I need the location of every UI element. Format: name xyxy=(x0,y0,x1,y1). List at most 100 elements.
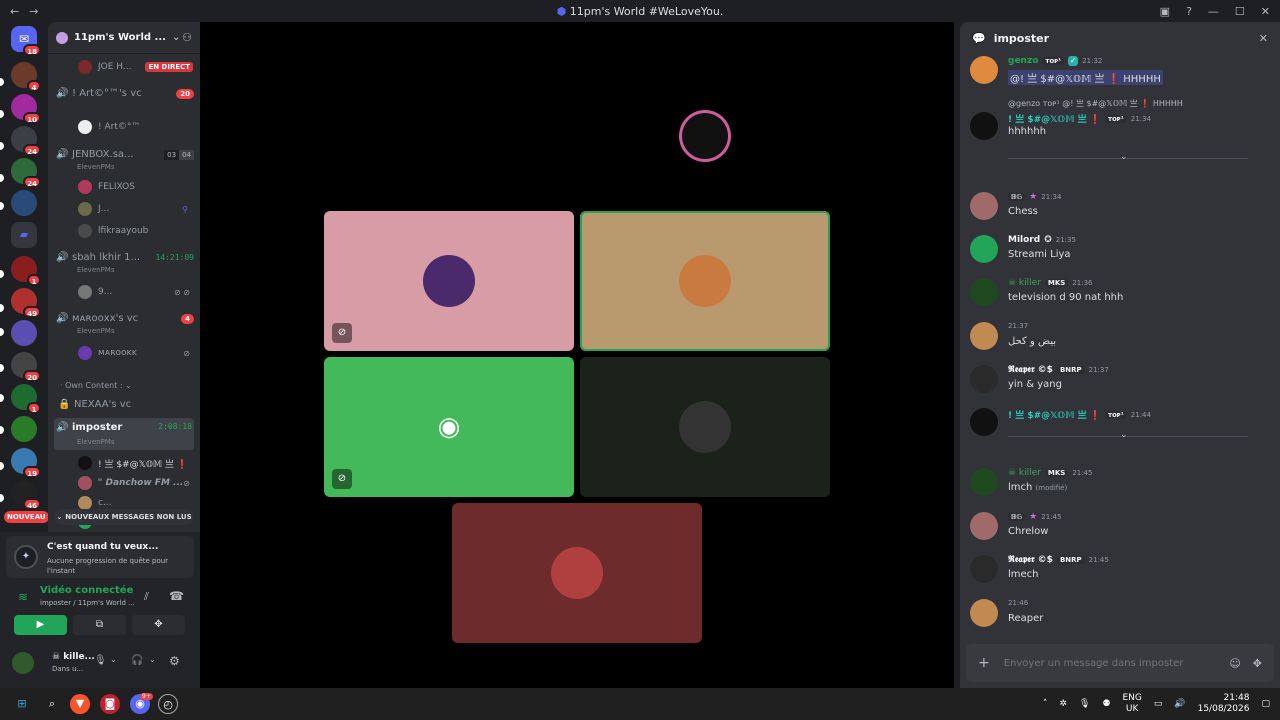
voice-user[interactable]: JOE H... EN DIRECT xyxy=(78,60,194,74)
screen-share-button[interactable]: ⧉ xyxy=(73,615,126,635)
video-tile-top[interactable] xyxy=(580,66,830,206)
voice-location[interactable]: imposter / 11pm's World ... xyxy=(40,599,135,607)
minimize-icon[interactable]: — xyxy=(1208,5,1219,18)
server-icon[interactable] xyxy=(11,416,37,442)
video-tile-speaking[interactable] xyxy=(580,211,830,351)
voice-status[interactable]: Vidéo connectée xyxy=(40,585,133,596)
voice-user[interactable]: c... xyxy=(78,496,112,510)
volume-icon[interactable]: 🔊 xyxy=(1174,699,1185,709)
stream-icon: ⚲ xyxy=(182,204,188,214)
server-icon[interactable]: 4 xyxy=(11,62,41,92)
server-icon[interactable]: 10 xyxy=(11,94,41,124)
network-icon[interactable]: ✲ xyxy=(1059,699,1067,709)
message-input[interactable] xyxy=(1003,657,1222,669)
mention-badge: 4 xyxy=(181,313,194,324)
voice-channel-marooxx[interactable]: 🔊 ᴍᴀʀᴏᴏxx's vc 4 xyxy=(56,313,194,324)
add-attachment-icon[interactable]: + xyxy=(978,655,990,671)
server-icon[interactable]: 1 xyxy=(11,384,41,414)
user-name: ! Art©°™ xyxy=(98,122,141,132)
voice-user[interactable]: 9... ⊘ ⊘ xyxy=(78,285,190,299)
server-icon[interactable]: 49 xyxy=(11,288,41,318)
server-icon[interactable] xyxy=(11,320,37,346)
message-author[interactable]: genzo xyxy=(1008,56,1038,66)
message-time: 21:45 xyxy=(1041,513,1062,521)
voice-user[interactable]: " Danchow FM ... ⊘ xyxy=(78,476,190,490)
video-tile[interactable] xyxy=(452,503,702,643)
voice-user[interactable]: J... ⚲ xyxy=(78,202,188,216)
server-icon[interactable] xyxy=(11,190,37,216)
search-icon[interactable]: ⌕ xyxy=(42,694,62,714)
message-author[interactable]: 𝕽𝖊𝖆𝖕𝖊𝖗 ©$ xyxy=(1008,365,1053,375)
app-icon[interactable]: ◙ xyxy=(100,694,120,714)
forward-arrow-icon[interactable]: → xyxy=(29,5,38,18)
clock[interactable]: 21:48 15/08/2026 xyxy=(1198,693,1250,715)
emoji-icon[interactable]: ☺ xyxy=(1229,657,1240,670)
windows-start-icon[interactable]: ⊞ xyxy=(12,694,32,714)
voice-user[interactable]: FELIXOS xyxy=(78,180,135,194)
video-tile[interactable]: ◉ ⊘ xyxy=(324,357,574,497)
voice-user[interactable]: lfikraayoub xyxy=(78,224,148,238)
message-author[interactable]: ! 亗 $#@𝕏𝕆𝕄 亗 ❗ xyxy=(1008,408,1101,421)
video-tile[interactable] xyxy=(580,357,830,497)
voice-user[interactable]: ᴍᴀʀᴏᴏᴋᴋ ⊘ xyxy=(78,346,190,360)
user-avatar[interactable] xyxy=(12,652,34,674)
message-author[interactable]: ☠ killer xyxy=(1008,468,1041,478)
server-icon[interactable]: 19 xyxy=(11,448,41,478)
user-name[interactable]: ☠ kille... xyxy=(52,652,95,662)
voice-channel-art[interactable]: 🔊 ! Art©°™'s vc 20 xyxy=(56,88,194,99)
activities-button[interactable]: ✥ xyxy=(132,615,185,635)
chevron-down-icon[interactable]: ⌄ xyxy=(110,655,117,664)
video-tile[interactable]: ⊘ xyxy=(324,211,574,351)
voice-user[interactable]: ! Art©°™ xyxy=(78,120,140,134)
microphone-icon[interactable]: 🎙 xyxy=(94,655,107,666)
direct-messages-icon[interactable]: ✉ 18 xyxy=(11,26,41,56)
inbox-icon[interactable]: ▣ xyxy=(1160,5,1170,18)
new-unread-messages-button[interactable]: ⌄ NOUVEAUX MESSAGES NON LUS xyxy=(54,509,194,525)
camera-button[interactable]: ▶ xyxy=(14,615,67,635)
settings-gear-icon[interactable]: ⚙ xyxy=(169,654,180,668)
message-author[interactable]: ! 亗 $#@𝕏𝕆𝕄 亗 ❗ xyxy=(1008,112,1101,125)
voice-channel-imposter[interactable]: 🔊 imposter 2:08:18 xyxy=(54,418,194,450)
close-icon[interactable]: ✕ xyxy=(1259,32,1268,45)
voice-channel-jenbox[interactable]: 🔊 JENBOX.sa... 03 04 xyxy=(56,149,194,160)
back-arrow-icon[interactable]: ← xyxy=(10,5,19,18)
headphones-icon[interactable]: 🎧 xyxy=(131,655,143,666)
microphone-icon[interactable]: 🎙 xyxy=(1079,699,1090,709)
server-badge: 24 xyxy=(23,176,41,188)
display-icon[interactable]: ▭ xyxy=(1154,699,1163,709)
server-icon[interactable]: 24 xyxy=(11,126,41,156)
message-author[interactable]: 𝕽𝖊𝖆𝖕𝖊𝖗 ©$ xyxy=(1008,555,1053,565)
voice-channel-nexaa[interactable]: 🔒 NEXAA's vc xyxy=(58,399,131,410)
quest-description: Aucune progression de quête pour l'insta… xyxy=(47,557,169,575)
apps-icon[interactable]: ✥ xyxy=(1253,657,1262,670)
chevron-up-icon[interactable]: ˄ xyxy=(1043,699,1048,709)
message-author[interactable]: ☠ killer xyxy=(1008,278,1041,288)
category-own-content[interactable]: · Own Content : ⌄ xyxy=(60,381,132,390)
voice-user[interactable]: ! 亗 $#@𝕏𝕆𝕄 亗 ❗ xyxy=(78,456,188,470)
chevron-down-icon[interactable]: ⌄ xyxy=(149,655,156,664)
disconnect-icon[interactable]: ☎ xyxy=(169,589,184,603)
language-indicator[interactable]: ENG UK xyxy=(1122,693,1141,715)
server-icon[interactable]: 20 xyxy=(11,352,41,382)
brave-browser-icon[interactable]: ▼ xyxy=(70,694,90,714)
server-folder-icon[interactable]: ▰ xyxy=(11,222,37,248)
app-tray-icon[interactable]: ⚉ xyxy=(1102,699,1110,709)
quest-card[interactable]: ✦ C'est quand tu veux... Aucune progress… xyxy=(6,536,194,578)
noise-suppression-icon[interactable]: ⫽ xyxy=(144,590,149,604)
server-icon[interactable]: 46 xyxy=(11,480,41,510)
voice-channel-sbah[interactable]: 🔊 sbah lkhir 1... 14:21:09 xyxy=(56,252,194,263)
server-icon[interactable]: 24 xyxy=(11,158,41,188)
help-icon[interactable]: ? xyxy=(1186,5,1192,18)
message-author[interactable]: Milord xyxy=(1008,235,1040,245)
reply-preview[interactable]: @genzo ᴛᴏᴘ¹ @! 亗 $#@𝕏𝕆𝕄 亗 ❗ HHHHH xyxy=(1008,98,1183,109)
server-icon[interactable]: 1 xyxy=(11,256,41,286)
notifications-icon[interactable]: ▢ xyxy=(1261,699,1270,709)
server-header[interactable]: 11pm's World ... ⌄ ⚇ xyxy=(48,22,200,54)
maximize-icon[interactable]: ☐ xyxy=(1235,5,1245,18)
user-name: ᴍᴀʀᴏᴏᴋᴋ xyxy=(98,348,137,358)
app-icon[interactable]: ◴ xyxy=(158,694,178,714)
invite-people-icon[interactable]: ⚇ xyxy=(182,31,192,44)
server-tag: ᴛᴏᴘ¹ xyxy=(1104,114,1127,123)
new-servers-badge[interactable]: NOUVEAU xyxy=(4,511,49,523)
close-window-icon[interactable]: ✕ xyxy=(1261,5,1270,18)
